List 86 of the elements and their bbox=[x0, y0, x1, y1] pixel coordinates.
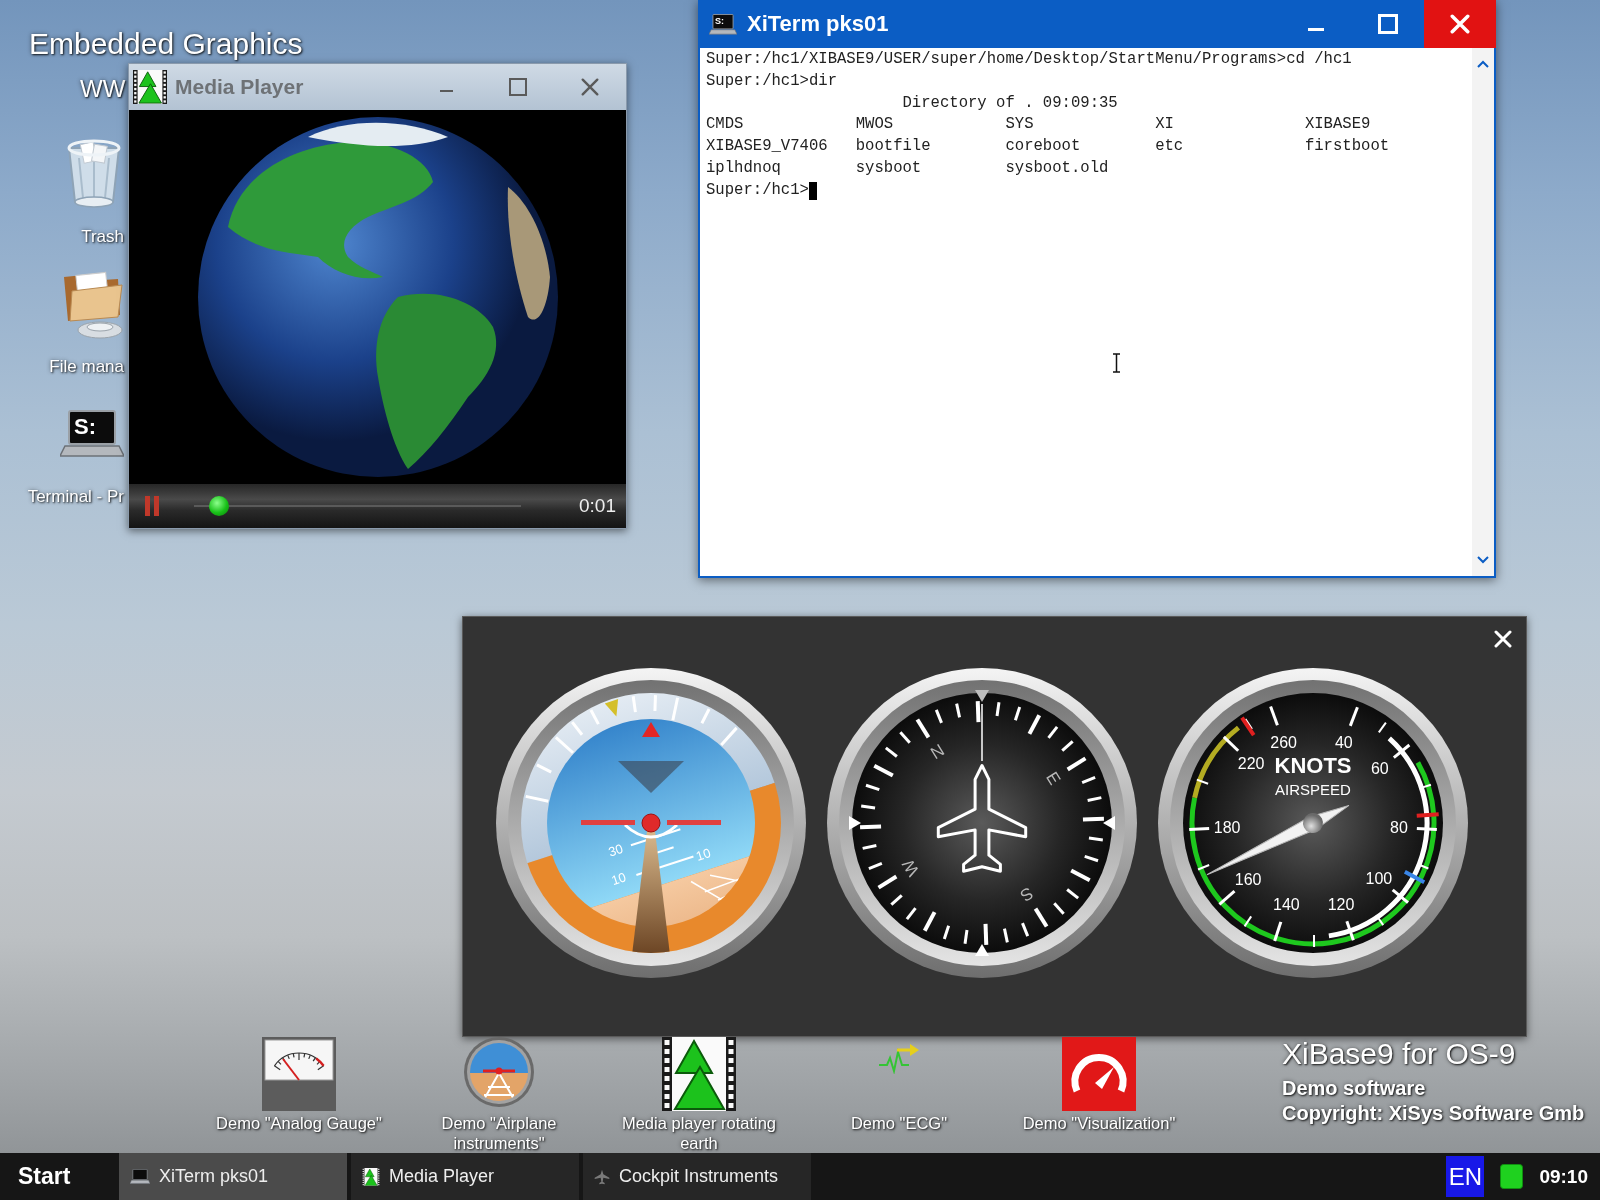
pitch-scale-label: 30 bbox=[606, 840, 625, 860]
attitude-indicator-icon[interactable] bbox=[464, 1037, 534, 1107]
slider-thumb[interactable] bbox=[209, 496, 230, 516]
airspeed-scale-label: 80 bbox=[1390, 819, 1408, 836]
directory-entry: XI bbox=[1155, 114, 1174, 136]
product-note: Copyright: XiSys Software Gmb bbox=[1282, 1101, 1585, 1126]
i-beam-cursor-icon bbox=[1112, 353, 1121, 373]
analog-gauge-icon[interactable] bbox=[262, 1037, 336, 1111]
dial-icon[interactable] bbox=[1062, 1037, 1136, 1111]
seek-slider[interactable] bbox=[194, 496, 521, 516]
directory-entry: firstboot bbox=[1304, 136, 1390, 158]
taskbar-button[interactable]: XiTerm pks01 bbox=[119, 1153, 347, 1200]
directory-entry: SYS bbox=[1005, 114, 1034, 136]
compass-letter: S bbox=[1016, 883, 1037, 906]
terminal-line: Directory of . 09:09:35 bbox=[902, 92, 1118, 114]
directory-entry: XIBASE9_V7406 bbox=[706, 136, 828, 158]
block-cursor-icon bbox=[808, 181, 817, 200]
elapsed-time: 0:01 bbox=[579, 495, 616, 517]
maximize-icon bbox=[509, 78, 527, 96]
icon-label[interactable]: File mana bbox=[49, 357, 124, 377]
laptop-icon[interactable] bbox=[60, 410, 124, 458]
directory-entry: MWOS bbox=[855, 114, 894, 136]
taskbar-button[interactable]: Cockpit Instruments bbox=[583, 1153, 811, 1200]
laptop-icon[interactable] bbox=[709, 13, 737, 35]
airplane-icon bbox=[936, 764, 1028, 873]
chevron-up-icon bbox=[1477, 60, 1489, 68]
icon-label[interactable]: Media player rotating earth bbox=[613, 1113, 785, 1153]
desktop-title: Embedded Graphics bbox=[29, 26, 303, 62]
maximize-icon bbox=[1378, 14, 1398, 34]
icon-label[interactable]: Demo "ECG" bbox=[850, 1113, 948, 1133]
status-indicator-icon bbox=[1500, 1164, 1524, 1189]
airspeed-scale-label: 100 bbox=[1365, 869, 1393, 887]
directory-entry: CMDS bbox=[706, 114, 744, 136]
chevron-down-icon bbox=[1477, 556, 1489, 564]
product-note: Demo software bbox=[1282, 1076, 1427, 1101]
taskbar-button[interactable]: Media Player bbox=[351, 1153, 579, 1200]
desktop-subtitle: WW bbox=[80, 74, 126, 104]
window-title: XiTerm pks01 bbox=[747, 11, 890, 37]
terminal-line: Super:/hc1/XIBASE9/USER/super/home/Desktop/StartMenu/Programs>cd /hc1 bbox=[706, 49, 1352, 70]
screen-text: S: bbox=[74, 415, 96, 439]
minimize-icon bbox=[439, 90, 453, 92]
icon-label[interactable]: Trash bbox=[81, 227, 124, 247]
pitch-scale-label: 10 bbox=[694, 845, 713, 864]
minimize-icon bbox=[1308, 27, 1324, 31]
film-icon bbox=[362, 1167, 380, 1186]
directory-entry: sysboot bbox=[855, 158, 922, 179]
compass-letter: E bbox=[1042, 768, 1065, 789]
airspeed-scale-label: 260 bbox=[1270, 733, 1297, 751]
airspeed-scale-label: 120 bbox=[1327, 895, 1355, 913]
directory-entry: sysboot.old bbox=[1005, 158, 1109, 179]
airplane-icon bbox=[594, 1168, 610, 1185]
close-icon bbox=[1450, 14, 1470, 34]
compass-letter: W bbox=[898, 855, 924, 880]
folder-icon[interactable] bbox=[62, 269, 124, 339]
film-icon bbox=[133, 69, 167, 105]
terminal-line: Super:/hc1>dir bbox=[706, 70, 837, 92]
compass-letter: N bbox=[927, 740, 948, 764]
window-title: Media Player bbox=[175, 75, 305, 99]
command-prompt: Super:/hc1> bbox=[706, 179, 809, 201]
unit-label: KNOTS bbox=[1274, 752, 1352, 778]
directory-entry: etc bbox=[1155, 136, 1184, 158]
close-icon bbox=[1494, 630, 1512, 648]
airspeed-scale-label: 160 bbox=[1234, 870, 1262, 888]
language-indicator[interactable]: EN bbox=[1446, 1156, 1485, 1197]
gauge-caption: AIRSPEED bbox=[1275, 780, 1351, 798]
airspeed-scale-label: 40 bbox=[1334, 734, 1353, 752]
clock: 09:10 bbox=[1539, 1165, 1588, 1188]
directory-entry: iplhdnoq bbox=[706, 158, 781, 179]
product-title: XiBase9 for OS-9 bbox=[1282, 1036, 1517, 1072]
airspeed-scale-label: 140 bbox=[1273, 896, 1300, 914]
directory-entry: XIBASE9 bbox=[1304, 114, 1371, 136]
icon-label[interactable]: Terminal - Pr bbox=[27, 487, 124, 507]
pitch-scale-label: 10 bbox=[609, 869, 628, 889]
directory-entry: coreboot bbox=[1005, 136, 1081, 158]
film-icon[interactable] bbox=[662, 1037, 736, 1111]
laptop-icon bbox=[130, 1169, 150, 1184]
close-icon bbox=[581, 78, 599, 96]
airspeed-scale-label: 60 bbox=[1370, 760, 1389, 778]
icon-label[interactable]: Demo "Airplane instruments" bbox=[413, 1113, 585, 1153]
airspeed-scale-label: 180 bbox=[1213, 819, 1241, 836]
airspeed-scale-label: 220 bbox=[1237, 754, 1265, 772]
screen-text: S: bbox=[715, 15, 724, 26]
start-button[interactable]: Start bbox=[0, 1153, 119, 1200]
icon-label[interactable]: Demo "Analog Gauge" bbox=[216, 1113, 382, 1133]
icon-label[interactable]: Demo "Visualization" bbox=[1022, 1113, 1176, 1133]
directory-entry: bootfile bbox=[855, 136, 931, 158]
